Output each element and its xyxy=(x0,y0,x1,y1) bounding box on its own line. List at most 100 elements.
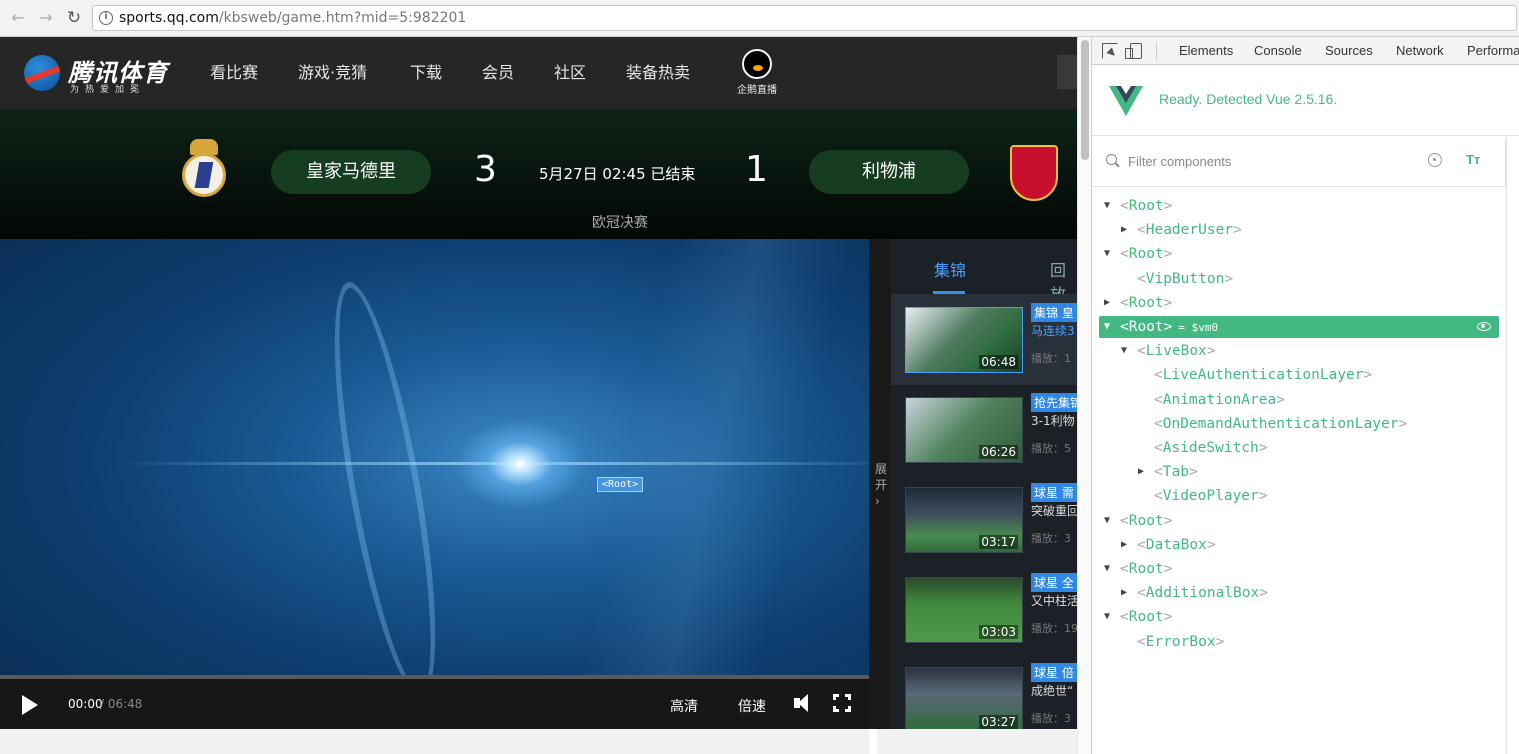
tree-node-asideswitch[interactable]: <AsideSwitch> xyxy=(1092,437,1268,459)
tree-node-label: <ErrorBox> xyxy=(1137,633,1225,650)
tree-node-root[interactable]: ▼ <Root> xyxy=(1092,195,1172,217)
video-title: 又中柱活 xyxy=(1031,594,1077,608)
video-title: 3-1利物 xyxy=(1031,414,1075,428)
nav-watch[interactable]: 看比赛 xyxy=(210,59,258,83)
video-item[interactable]: 06:26 抢先集锦 3-1利物 播放：5 xyxy=(891,385,1077,475)
tree-node-root[interactable]: ▼ <Root> xyxy=(1092,606,1172,628)
current-time: 00:00 xyxy=(68,697,103,711)
tree-node-root[interactable]: ▼ <Root> = $vm0 xyxy=(1099,316,1499,338)
back-arrow-icon[interactable]: ← xyxy=(8,8,28,28)
video-item[interactable]: 03:27 球星 倍 成绝世“ 播放：3 xyxy=(891,655,1077,729)
expanded-caret-icon[interactable]: ▼ xyxy=(1121,340,1131,362)
volume-icon[interactable] xyxy=(794,693,814,713)
nav-community[interactable]: 社区 xyxy=(554,59,586,83)
expanded-caret-icon[interactable]: ▼ xyxy=(1104,510,1114,532)
tree-node-label: <OnDemandAuthenticationLayer> xyxy=(1154,415,1408,432)
tab-elements[interactable]: Elements xyxy=(1179,43,1233,58)
web-page: 腾讯体育 为热爱加冕 看比赛 游戏·竞猜 下载 会员 社区 装备热卖 企鹅直播 … xyxy=(0,37,1077,754)
address-bar[interactable]: i sports.qq.com/kbsweb/game.htm?mid=5:98… xyxy=(92,5,1517,31)
collapsed-caret-icon[interactable]: ▶ xyxy=(1121,219,1131,241)
video-plays: 播放：3 xyxy=(1031,712,1071,725)
video-duration: 06:26 xyxy=(979,445,1018,459)
tab-network[interactable]: Network xyxy=(1396,43,1444,58)
reload-icon[interactable]: ↻ xyxy=(64,8,84,28)
logo-slogan: 为热爱加冕 xyxy=(70,85,146,95)
device-toggle-icon[interactable] xyxy=(1125,43,1142,59)
expanded-caret-icon[interactable]: ▼ xyxy=(1104,243,1114,265)
inspect-dom-eye-icon[interactable] xyxy=(1477,322,1491,331)
tab-console[interactable]: Console xyxy=(1254,43,1302,58)
tree-node-headeruser[interactable]: ▶ <HeaderUser> xyxy=(1092,219,1242,241)
tab-performance[interactable]: Performa xyxy=(1467,43,1519,58)
format-names-icon[interactable]: Tт xyxy=(1466,152,1480,167)
scrollbar-thumb[interactable] xyxy=(1081,40,1089,160)
tree-node-label: <Root> xyxy=(1120,561,1173,577)
collapsed-caret-icon[interactable]: ▶ xyxy=(1121,582,1131,604)
speed-button[interactable]: 倍速 xyxy=(738,696,766,716)
tree-node-root[interactable]: ▼ <Root> xyxy=(1092,510,1172,532)
tree-node-vipbutton[interactable]: <VipButton> xyxy=(1092,268,1233,290)
video-player[interactable]: <Root> 00:00 / 06:48 高清 倍速 xyxy=(0,239,869,729)
forward-arrow-icon[interactable]: → xyxy=(36,8,56,28)
penguin-icon xyxy=(742,49,772,79)
expanded-caret-icon[interactable]: ▼ xyxy=(1104,558,1114,580)
away-team[interactable]: 利物浦 xyxy=(809,150,969,194)
tree-node-videoplayer[interactable]: <VideoPlayer> xyxy=(1092,485,1268,507)
expand-label: 展开 › xyxy=(875,462,888,508)
tree-node-label: <Root> xyxy=(1120,246,1173,263)
video-plays: 播放：19 xyxy=(1031,622,1077,635)
video-plays: 播放：1 xyxy=(1031,352,1071,365)
nav-download[interactable]: 下载 xyxy=(410,59,442,83)
inspect-element-icon[interactable] xyxy=(1102,43,1118,59)
video-item[interactable]: 06:48 集锦 皇 马连续3 播放：1 xyxy=(891,295,1077,385)
tree-node-errorbox[interactable]: <ErrorBox> xyxy=(1092,631,1224,653)
url-text[interactable]: sports.qq.com/kbsweb/game.htm?mid=5:9822… xyxy=(119,10,466,26)
tree-node-label: <DataBox> xyxy=(1137,536,1216,553)
tree-node-root[interactable]: ▼ <Root> xyxy=(1092,243,1172,265)
tree-node-root[interactable]: ▶ <Root> xyxy=(1092,292,1172,314)
tree-node-label: <LiveBox> xyxy=(1137,343,1216,360)
video-item[interactable]: 03:17 球星 需 突破重回 播放：3 xyxy=(891,475,1077,565)
nav-member[interactable]: 会员 xyxy=(482,59,514,83)
quality-button[interactable]: 高清 xyxy=(670,696,698,716)
vue-logo-icon xyxy=(1109,86,1143,116)
nav-games[interactable]: 游戏·竞猜 xyxy=(298,59,367,83)
nav-user-area[interactable] xyxy=(1057,55,1077,89)
fullscreen-icon[interactable] xyxy=(833,694,851,712)
tree-node-databox[interactable]: ▶ <DataBox> xyxy=(1092,534,1216,556)
tab-highlights[interactable]: 集锦 xyxy=(934,257,966,281)
nav-shop[interactable]: 装备热卖 xyxy=(626,59,690,83)
tree-node-animationarea[interactable]: <AnimationArea> xyxy=(1092,389,1285,411)
expanded-caret-icon[interactable]: ▼ xyxy=(1104,606,1114,628)
site-info-icon[interactable]: i xyxy=(99,11,113,25)
tree-node-liveauthenticationlayer[interactable]: <LiveAuthenticationLayer> xyxy=(1092,364,1372,386)
tree-node-root[interactable]: ▼ <Root> xyxy=(1092,558,1172,580)
page-scrollbar[interactable] xyxy=(1077,37,1091,754)
play-icon[interactable] xyxy=(22,695,38,715)
collapsed-caret-icon[interactable]: ▶ xyxy=(1138,461,1148,483)
video-duration: 03:17 xyxy=(979,535,1018,549)
video-item[interactable]: 03:03 球星 全 又中柱活 播放：19 xyxy=(891,565,1077,655)
tree-node-label: <Root> xyxy=(1120,609,1173,626)
penguin-live-link[interactable]: 企鹅直播 xyxy=(735,49,779,99)
match-status: 5月27日 02:45 已结束 xyxy=(539,165,696,183)
expand-toggle[interactable]: 展开 › xyxy=(869,239,891,729)
collapsed-caret-icon[interactable]: ▶ xyxy=(1104,292,1114,314)
penguin-live-label: 企鹅直播 xyxy=(737,85,777,96)
collapsed-caret-icon[interactable]: ▶ xyxy=(1121,534,1131,556)
home-team[interactable]: 皇家马德里 xyxy=(271,150,431,194)
site-logo[interactable]: 腾讯体育 为热爱加冕 xyxy=(24,53,184,95)
tree-node-tab[interactable]: ▶ <Tab> xyxy=(1092,461,1198,483)
select-component-target-icon[interactable] xyxy=(1428,153,1442,167)
url-path: /kbsweb/game.htm?mid=5:982201 xyxy=(218,10,467,26)
filter-components-input[interactable] xyxy=(1128,151,1408,171)
video-badge: 球星 全 xyxy=(1031,573,1077,592)
tree-node-additionalbox[interactable]: ▶ <AdditionalBox> xyxy=(1092,582,1268,604)
tree-node-livebox[interactable]: ▼ <LiveBox> xyxy=(1092,340,1216,362)
tree-node-label: <Root> xyxy=(1120,294,1173,311)
tree-node-ondemandauthenticationlayer[interactable]: <OnDemandAuthenticationLayer> xyxy=(1092,413,1407,435)
expanded-caret-icon[interactable]: ▼ xyxy=(1104,195,1114,217)
tab-sources[interactable]: Sources xyxy=(1325,43,1373,58)
expanded-caret-icon[interactable]: ▼ xyxy=(1104,316,1114,338)
video-duration: 06:48 xyxy=(979,355,1018,369)
